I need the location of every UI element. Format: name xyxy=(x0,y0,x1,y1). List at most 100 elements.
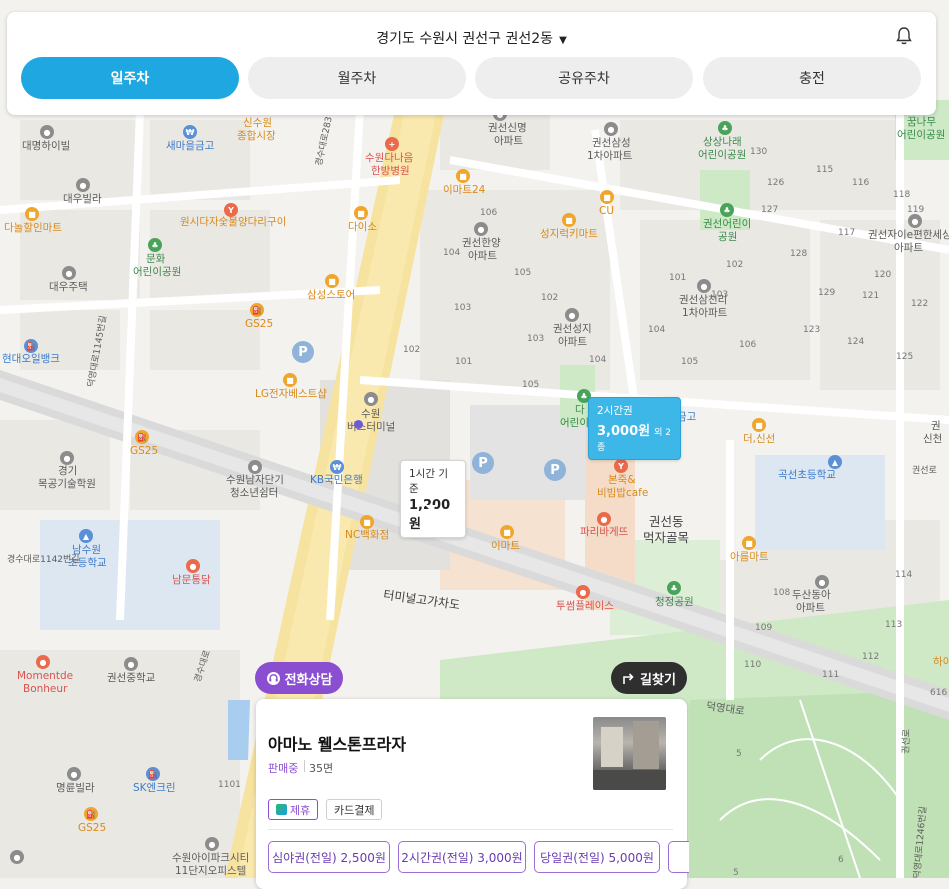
label-gwonseon-mid: 권선중학교 xyxy=(107,672,156,684)
top-panel: 경기도 수원시 권선구 권선2동 ▼ 일주차 월주차 공유주차 충전 xyxy=(7,12,936,115)
mart-icon: ■ xyxy=(562,213,576,227)
building-number: 106 xyxy=(480,208,498,218)
label-gwonseon-enjoy-1: 권선자이e편한세상 xyxy=(868,229,949,241)
parking-info-card[interactable]: 아마노 웰스톤프라자 판매중 35면 제휴 카드결제 심야권(전일) 2,500… xyxy=(256,699,689,889)
park-icon: ♣ xyxy=(148,238,162,252)
building-number: 110 xyxy=(744,660,762,670)
apartment-icon: ● xyxy=(815,575,829,589)
bell-icon[interactable] xyxy=(894,26,914,46)
parking-icon[interactable]: P xyxy=(292,341,314,363)
tab-shared-parking[interactable]: 공유주차 xyxy=(475,57,693,99)
building-number: 129 xyxy=(818,288,836,298)
building-number: 5 xyxy=(736,749,742,759)
mart-icon: ■ xyxy=(600,190,614,204)
apartment-icon: ● xyxy=(474,222,488,236)
selected-parking-marker[interactable]: 2시간권 3,000원 외 2종 xyxy=(588,397,681,460)
building-number: 109 xyxy=(755,623,773,633)
label-lg-store: LG전자베스트샵 xyxy=(255,388,327,400)
building-number: 104 xyxy=(589,355,607,365)
label-kkumnamu-2: 어린이공원 xyxy=(897,129,946,141)
apartment-icon: ● xyxy=(76,178,90,192)
label-gs25-b: GS25 xyxy=(130,445,159,457)
directions-label: 길찾기 xyxy=(640,672,676,688)
building-number: 6 xyxy=(838,855,844,865)
restaurant-icon: ● xyxy=(186,559,200,573)
label-bonjuk-2: 비빔밥cafe xyxy=(597,487,649,499)
building-number: 114 xyxy=(895,570,913,580)
label-sk: SK엔크린 xyxy=(133,782,176,794)
gas-station-icon: ⛽ xyxy=(146,767,160,781)
marker-price: 1,200원 xyxy=(409,498,451,532)
label-gs25-a: GS25 xyxy=(245,318,274,330)
label-nambungdon: 남문통닭 xyxy=(172,574,211,586)
label-daewoo-jutaek: 대우주택 xyxy=(49,281,88,293)
building-number: 616 xyxy=(930,688,948,698)
label-gyeonggi-mokgong-1: 경기 xyxy=(58,465,78,477)
parking-lot-photo[interactable] xyxy=(593,717,666,790)
label-gwonseon-hanyang-1: 권선한양 xyxy=(462,237,501,249)
phone-consult-button[interactable]: 전화상담 xyxy=(255,662,343,694)
building-number: 108 xyxy=(773,588,791,598)
label-gwonseon-park-2: 공원 xyxy=(718,231,738,243)
label-dana-2: 한방병원 xyxy=(371,165,410,177)
school-icon: ▲ xyxy=(79,529,93,543)
label-daemyeong: 대명하이빌 xyxy=(22,140,71,152)
tab-daily-parking[interactable]: 일주차 xyxy=(21,57,239,99)
restaurant-icon: ● xyxy=(36,655,50,669)
label-daiso: 다이소 xyxy=(348,221,377,233)
building-number: 1101 xyxy=(218,780,241,790)
parking-price-marker[interactable]: 1시간 기준 1,200원 xyxy=(400,460,466,538)
label-twosome: 투썸플레이스 xyxy=(556,600,614,612)
tab-monthly-parking[interactable]: 월주차 xyxy=(248,57,466,99)
label-dacheon-1: 다 xyxy=(575,404,585,416)
apartment-icon: ● xyxy=(364,392,378,406)
divider xyxy=(268,829,673,830)
label-kkumnamu-1: 꿈나무 xyxy=(907,116,936,128)
building-number: 128 xyxy=(790,249,808,259)
label-gwonseon-sinchang-2: 신천 xyxy=(923,433,943,445)
apartment-icon: ● xyxy=(565,308,579,322)
ticket-option-more[interactable] xyxy=(668,841,689,873)
selected-marker-pointer-icon xyxy=(626,442,638,449)
mart-icon: ■ xyxy=(325,274,339,288)
apartment-icon: ● xyxy=(604,122,618,136)
directions-button[interactable]: 길찾기 xyxy=(611,662,687,694)
headset-icon xyxy=(266,671,280,685)
photo-building xyxy=(633,721,659,769)
parking-lot-title: 아마노 웰스톤프라자 xyxy=(268,735,407,754)
label-gokseon: 곡선초등학교 xyxy=(778,469,836,481)
building-number: 102 xyxy=(726,260,744,270)
label-gwonseon-sinmyeong-1: 권선신명 xyxy=(488,122,527,134)
ticket-option-2hour[interactable]: 2시간권(전일) 3,000원 xyxy=(398,841,526,873)
label-sangsang-2: 어린이공원 xyxy=(698,149,747,161)
apartment-icon: ● xyxy=(40,125,54,139)
restaurant-icon: ● xyxy=(597,512,611,526)
label-gwonseon-food-1: 권선동 xyxy=(649,514,684,529)
location-selector[interactable]: 경기도 수원시 권선구 권선2동 ▼ xyxy=(7,28,936,48)
selected-marker-price: 3,000원 xyxy=(597,424,651,439)
building-number: 124 xyxy=(847,337,865,347)
mart-icon: ■ xyxy=(354,206,368,220)
label-gwonseon-sinmyeong-2: 아파트 xyxy=(494,135,523,147)
sale-status: 판매중 xyxy=(268,762,299,775)
building-number: 116 xyxy=(852,178,870,188)
parking-icon[interactable]: P xyxy=(472,452,494,474)
label-samsung-store: 삼성스토어 xyxy=(307,289,356,301)
label-emart24: 이마트24 xyxy=(443,184,486,196)
label-gwonseon-hanyang-2: 아파트 xyxy=(468,250,497,262)
ticket-option-day[interactable]: 당일권(전일) 5,000원 xyxy=(534,841,660,873)
label-dusan-1: 두산동아 xyxy=(792,589,831,601)
restaurant-icon: Y xyxy=(614,459,628,473)
parking-icon[interactable]: P xyxy=(544,459,566,481)
mart-icon: ■ xyxy=(456,169,470,183)
building-number: 121 xyxy=(862,291,880,301)
label-sinsuwon-2: 종합시장 xyxy=(237,130,276,142)
label-road-side3: 권선로 xyxy=(901,728,913,755)
label-ahreum: 아름마트 xyxy=(730,551,769,563)
tab-charging[interactable]: 충전 xyxy=(703,57,921,99)
label-emart: 이마트 xyxy=(491,540,520,552)
apartment-icon: ● xyxy=(248,460,262,474)
ticket-option-night[interactable]: 심야권(전일) 2,500원 xyxy=(268,841,390,873)
phone-consult-label: 전화상담 xyxy=(284,672,333,688)
divider xyxy=(304,760,305,772)
